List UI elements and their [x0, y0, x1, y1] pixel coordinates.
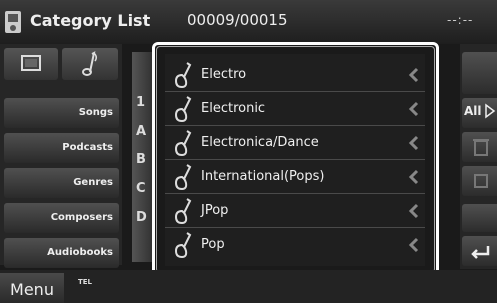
back-button[interactable] — [462, 236, 497, 266]
menu-button[interactable]: Menu — [0, 273, 64, 303]
tab-music[interactable] — [62, 48, 118, 80]
category-composers-button[interactable]: Composers — [4, 203, 119, 233]
list-mode-button[interactable] — [462, 166, 497, 196]
category-list-screen: Category List 00009/00015 --:-- Songs Po… — [0, 0, 497, 303]
tel-indicator: TEL — [78, 278, 93, 286]
alphabet-index-c[interactable]: C — [136, 181, 146, 196]
return-arrow-icon — [471, 246, 490, 259]
delete-button[interactable] — [462, 132, 497, 162]
bottom-bar — [0, 270, 497, 303]
right-blank-button-2[interactable] — [462, 204, 497, 232]
alphabet-index-b[interactable]: B — [136, 152, 146, 167]
alphabet-index-a[interactable]: A — [136, 124, 146, 139]
right-panel — [460, 44, 497, 269]
music-app-icon — [5, 11, 21, 33]
clock-display: --:-- — [447, 13, 474, 27]
tab-video[interactable] — [4, 48, 58, 80]
category-audiobooks-button[interactable]: Audiobooks — [4, 238, 119, 268]
category-songs-button[interactable]: Songs — [4, 98, 119, 128]
all-button-label: All — [464, 104, 482, 118]
video-icon — [21, 55, 41, 71]
highlight-frame — [152, 42, 439, 277]
music-note-icon — [82, 51, 98, 76]
play-right-icon — [485, 103, 496, 119]
list-icon — [474, 174, 488, 188]
track-counter: 00009/00015 — [187, 11, 288, 29]
alphabet-index-d[interactable]: D — [136, 210, 147, 225]
alphabet-index-1[interactable]: 1 — [136, 95, 145, 110]
left-panel: Songs Podcasts Genres Composers Audioboo… — [0, 44, 122, 268]
trash-icon — [473, 139, 489, 156]
header-bar: Category List 00009/00015 --:-- — [0, 0, 497, 44]
right-blank-button[interactable] — [462, 52, 497, 94]
page-title: Category List — [30, 11, 151, 30]
category-podcasts-button[interactable]: Podcasts — [4, 133, 119, 163]
category-genres-button[interactable]: Genres — [4, 168, 119, 198]
